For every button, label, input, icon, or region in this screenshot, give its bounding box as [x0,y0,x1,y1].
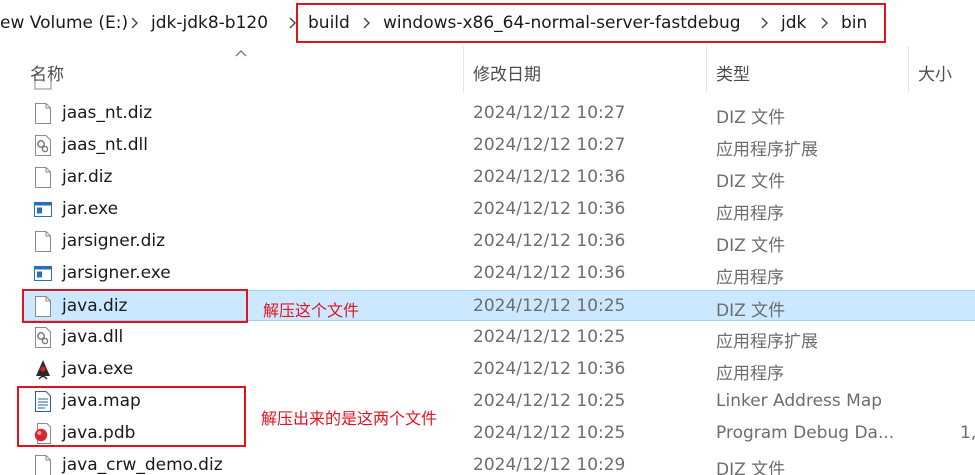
sort-ascending-icon [235,50,247,57]
file-type: DIZ 文件 [716,172,786,192]
chevron-right-icon[interactable] [131,10,139,36]
file-name: java.pdb [62,423,136,443]
file-row[interactable]: jaas_nt.dll 2024/12/12 10:27 应用程序扩展 [22,130,975,161]
file-row[interactable]: jar.diz 2024/12/12 10:36 DIZ 文件 [22,162,975,193]
file-explorer-window: ew Volume (E:) jdk-jdk8-b120 build windo… [0,0,975,475]
chevron-right-icon[interactable] [289,10,297,36]
file-type: DIZ 文件 [716,108,786,128]
file-type: Program Debug Da... [716,423,895,443]
breadcrumb-item-drive[interactable]: ew Volume (E:) [0,10,128,36]
java-duke-icon [36,360,50,380]
annotation-text-decompress: 解压这个文件 [263,301,360,320]
file-type: Linker Address Map [716,391,883,411]
chevron-right-icon[interactable] [363,10,371,36]
dll-gear-icon [35,327,51,348]
file-date: 2024/12/12 10:36 [473,199,626,219]
breadcrumb: ew Volume (E:) jdk-jdk8-b120 build windo… [0,0,975,47]
text-lines-icon [35,391,51,412]
file-row[interactable]: java.exe 2024/12/12 10:36 应用程序 [22,354,975,385]
file-name: jarsigner.diz [62,231,166,251]
breadcrumb-item-jdk[interactable]: jdk [781,10,806,36]
breadcrumb-item-jdk-source[interactable]: jdk-jdk8-b120 [151,10,268,36]
file-date: 2024/12/12 10:25 [473,327,626,347]
file-date: 2024/12/12 10:36 [473,231,626,251]
exe-window-icon [34,266,52,281]
file-row[interactable]: java.pdb 2024/12/12 10:25 Program Debug … [22,418,975,449]
file-date: 2024/12/12 10:36 [473,263,626,283]
file-name: java.map [62,391,141,411]
file-type: 应用程序扩展 [716,140,818,160]
file-date: 2024/12/12 10:29 [473,455,626,475]
chevron-right-icon[interactable] [821,10,829,36]
file-type: 应用程序 [716,204,784,224]
file-row[interactable]: java_crw_demo.diz 2024/12/12 10:29 DIZ 文… [22,450,975,475]
document-icon [35,103,51,124]
file-list: jaas_nt.diz 2024/12/12 10:27 DIZ 文件 jaas… [0,82,975,475]
file-type: DIZ 文件 [716,236,786,256]
file-name: java.exe [62,359,134,379]
breadcrumb-item-bin[interactable]: bin [841,10,867,36]
file-name: java.dll [62,327,124,347]
file-row[interactable]: jarsigner.diz 2024/12/12 10:36 DIZ 文件 [22,226,975,257]
file-row[interactable]: jaas_nt.diz 2024/12/12 10:27 DIZ 文件 [22,98,975,129]
file-name: jaas_nt.diz [62,103,153,123]
file-row[interactable]: jarsigner.exe 2024/12/12 10:36 应用程序 [22,258,975,289]
file-type: DIZ 文件 [716,301,786,321]
file-row-selected[interactable]: java.diz 2024/12/12 10:25 DIZ 文件 [22,290,975,321]
document-icon [35,296,51,317]
breadcrumb-item-build[interactable]: build [308,10,350,36]
file-date: 2024/12/12 10:25 [473,423,626,443]
file-row[interactable]: jar.exe 2024/12/12 10:36 应用程序 [22,194,975,225]
exe-window-icon [34,202,52,217]
file-name: jaas_nt.dll [62,135,148,155]
file-type: 应用程序 [716,364,784,384]
file-date: 2024/12/12 10:36 [473,359,626,379]
file-date: 2024/12/12 10:27 [473,103,626,123]
file-type: 应用程序 [716,268,784,288]
file-date: 2024/12/12 10:25 [473,296,626,316]
file-name: java_crw_demo.diz [62,455,223,475]
file-name: jarsigner.exe [62,263,171,283]
breadcrumb-item-build-dir[interactable]: windows-x86_64-normal-server-fastdebug [383,10,741,36]
file-date: 2024/12/12 10:25 [473,391,626,411]
file-name: java.diz [62,296,128,316]
pdb-ball-icon [34,423,51,444]
file-name: jar.diz [62,167,113,187]
annotation-text-result: 解压出来的是这两个文件 [261,409,438,428]
document-icon [35,167,51,188]
file-row[interactable]: java.dll 2024/12/12 10:25 应用程序扩展 [22,322,975,353]
dll-gear-icon [35,135,51,156]
file-name: jar.exe [62,199,119,219]
file-row[interactable]: java.map 2024/12/12 10:25 Linker Address… [22,386,975,417]
document-icon [35,231,51,252]
chevron-right-icon[interactable] [761,10,769,36]
file-date: 2024/12/12 10:36 [473,167,626,187]
document-icon [34,82,52,90]
document-icon [35,455,51,475]
file-type: DIZ 文件 [716,460,786,475]
file-type: 应用程序扩展 [716,332,818,352]
file-date: 2024/12/12 10:27 [473,135,626,155]
file-size: 1, [960,423,975,443]
